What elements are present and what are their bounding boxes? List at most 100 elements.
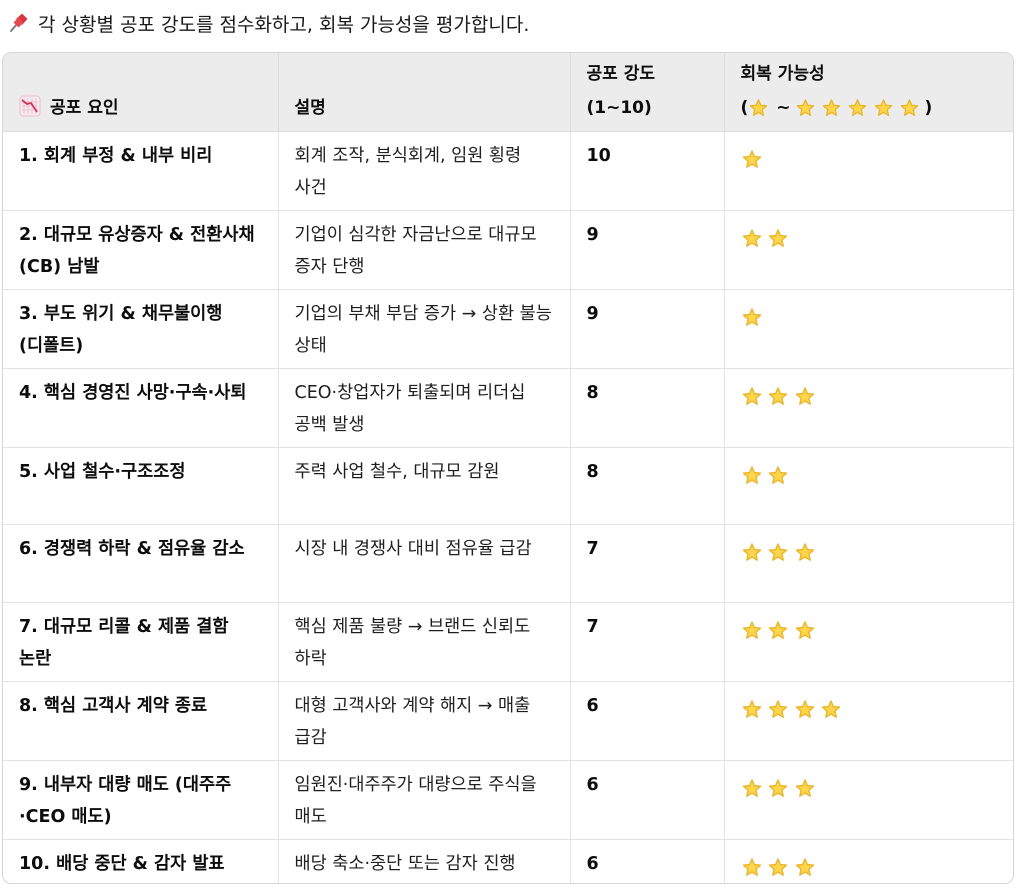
table-row: 8. 핵심 고객사 계약 종료 대형 고객사와 계약 해지 → 매출 급감 6: [3, 681, 1013, 761]
table-row: 7. 대규모 리콜 & 제품 결함 논란 핵심 제품 불량 → 브랜드 신뢰도 하…: [3, 602, 1013, 682]
star-icon: [748, 97, 769, 118]
cell-recovery-rating: [724, 760, 1013, 840]
star-icon: [767, 778, 789, 800]
cell-recovery-rating: [724, 447, 1013, 526]
cell-description: CEO·창업자가 퇴출되며 리더십 공백 발생: [278, 368, 571, 448]
cell-intensity: 6: [570, 760, 725, 840]
cell-recovery-rating: [724, 289, 1013, 369]
cell-factor: 7. 대규모 리콜 & 제품 결함 논란: [3, 602, 279, 682]
cell-factor: 4. 핵심 경영진 사망·구속·사퇴: [3, 368, 279, 448]
star-icon: [741, 620, 763, 642]
star-icon: [741, 465, 763, 487]
header-description: 설명: [278, 53, 571, 132]
table-body: 1. 회계 부정 & 내부 비리 회계 조작, 분식회계, 임원 횡령 사건 10 2…: [3, 131, 1013, 883]
star-icon: [794, 542, 816, 564]
table-row: 2. 대규모 유상증자 & 전환사채(CB) 남발 기업이 심각한 자금난으로 대…: [3, 210, 1013, 290]
star-icon: [767, 228, 789, 250]
header-recovery-label: 회복 가능성: [740, 63, 825, 84]
table-row: 10. 배당 중단 & 감자 발표 배당 축소·중단 또는 감자 진행 6: [3, 839, 1013, 883]
cell-recovery-rating: [724, 524, 1013, 603]
cell-intensity: 7: [570, 524, 725, 603]
scale-min-stars: [748, 98, 774, 118]
fear-factor-table: 공포 요인 설명 공포 강도 (1~10) 회복 가능성 (~) 1. 회계 부…: [2, 52, 1014, 884]
star-icon: [767, 620, 789, 642]
intro-text: 각 상황별 공포 강도를 점수화하고, 회복 가능성을 평가합니다.: [38, 13, 530, 36]
cell-recovery-rating: [724, 681, 1013, 761]
cell-factor: 10. 배당 중단 & 감자 발표: [3, 839, 279, 883]
header-recovery: 회복 가능성 (~): [724, 53, 1013, 132]
star-icon: [794, 778, 816, 800]
cell-factor: 8. 핵심 고객사 계약 종료: [3, 681, 279, 761]
scale-close-paren: ): [924, 97, 933, 118]
cell-factor: 6. 경쟁력 하락 & 점유율 감소: [3, 524, 279, 603]
star-icon: [821, 97, 842, 118]
header-recovery-scale: (~): [741, 91, 998, 125]
table-row: 5. 사업 철수·구조조정 주력 사업 철수, 대규모 감원 8: [3, 447, 1013, 526]
cell-recovery-rating: [724, 839, 1013, 883]
cell-intensity: 10: [570, 131, 725, 211]
cell-recovery-rating: [724, 602, 1013, 682]
star-icon: [847, 97, 868, 118]
star-icon: [767, 699, 789, 721]
intro-line: 각 상황별 공포 강도를 점수화하고, 회복 가능성을 평가합니다.: [6, 6, 529, 40]
header-intensity-range: (1~10): [586, 97, 652, 118]
cell-description: 기업이 심각한 자금난으로 대규모 증자 단행: [278, 210, 571, 290]
scale-max-stars: [795, 98, 925, 118]
star-icon: [794, 857, 816, 879]
cell-description: 회계 조작, 분식회계, 임원 횡령 사건: [278, 131, 571, 211]
star-icon: [741, 228, 763, 250]
star-icon: [767, 857, 789, 879]
star-icon: [741, 307, 763, 329]
cell-description: 임원진·대주주가 대량으로 주식을 매도: [278, 760, 571, 840]
chart-decreasing-icon: [19, 95, 41, 117]
star-icon: [873, 97, 894, 118]
header-intensity: 공포 강도 (1~10): [570, 53, 725, 132]
table-row: 4. 핵심 경영진 사망·구속·사퇴 CEO·창업자가 퇴출되며 리더십 공백 발…: [3, 368, 1013, 448]
star-icon: [899, 97, 920, 118]
star-icon: [820, 699, 842, 721]
header-intensity-label: 공포 강도: [586, 63, 655, 84]
star-icon: [794, 620, 816, 642]
cell-description: 시장 내 경쟁사 대비 점유율 급감: [278, 524, 571, 603]
cell-intensity: 9: [570, 289, 725, 369]
table-row: 9. 내부자 대량 매도 (대주주·CEO 매도) 임원진·대주주가 대량으로 주…: [3, 760, 1013, 840]
header-description-label: 설명: [294, 97, 326, 118]
scale-tilde: ~: [776, 97, 791, 118]
star-icon: [767, 386, 789, 408]
header-factor: 공포 요인: [3, 53, 279, 132]
pushpin-icon: [6, 11, 30, 35]
cell-factor: 1. 회계 부정 & 내부 비리: [3, 131, 279, 211]
cell-intensity: 6: [570, 839, 725, 883]
star-icon: [741, 386, 763, 408]
cell-factor: 9. 내부자 대량 매도 (대주주·CEO 매도): [3, 760, 279, 840]
table-row: 3. 부도 위기 & 채무불이행(디폴트) 기업의 부채 부담 증가 → 상환 불…: [3, 289, 1013, 369]
star-icon: [767, 465, 789, 487]
cell-recovery-rating: [724, 131, 1013, 211]
header-factor-label: 공포 요인: [50, 97, 119, 118]
cell-description: 기업의 부채 부담 증가 → 상환 불능 상태: [278, 289, 571, 369]
star-icon: [767, 542, 789, 564]
cell-intensity: 9: [570, 210, 725, 290]
cell-description: 배당 축소·중단 또는 감자 진행: [278, 839, 571, 883]
cell-recovery-rating: [724, 210, 1013, 290]
cell-factor: 3. 부도 위기 & 채무불이행(디폴트): [3, 289, 279, 369]
cell-description: 핵심 제품 불량 → 브랜드 신뢰도 하락: [278, 602, 571, 682]
cell-factor: 5. 사업 철수·구조조정: [3, 447, 279, 526]
table-row: 6. 경쟁력 하락 & 점유율 감소 시장 내 경쟁사 대비 점유율 급감 7: [3, 524, 1013, 603]
table-row: 1. 회계 부정 & 내부 비리 회계 조작, 분식회계, 임원 횡령 사건 10: [3, 131, 1013, 211]
cell-description: 주력 사업 철수, 대규모 감원: [278, 447, 571, 526]
star-icon: [741, 699, 763, 721]
table-header-row: 공포 요인 설명 공포 강도 (1~10) 회복 가능성 (~): [3, 53, 1013, 132]
cell-intensity: 7: [570, 602, 725, 682]
cell-recovery-rating: [724, 368, 1013, 448]
cell-description: 대형 고객사와 계약 해지 → 매출 급감: [278, 681, 571, 761]
star-icon: [741, 542, 763, 564]
star-icon: [741, 778, 763, 800]
cell-intensity: 8: [570, 368, 725, 448]
cell-intensity: 8: [570, 447, 725, 526]
star-icon: [795, 97, 816, 118]
star-icon: [741, 857, 763, 879]
cell-intensity: 6: [570, 681, 725, 761]
star-icon: [741, 149, 763, 171]
star-icon: [794, 386, 816, 408]
